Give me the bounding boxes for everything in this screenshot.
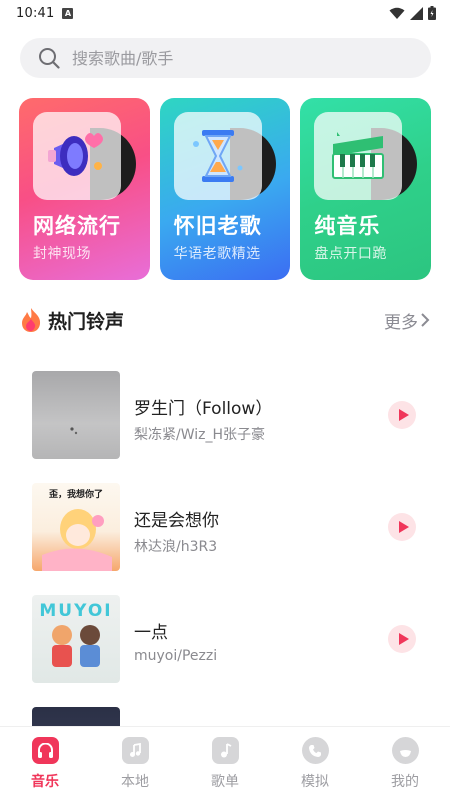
status-time: 10:41 [16,5,55,21]
play-button[interactable] [388,401,416,429]
song-item[interactable]: 罗生门（Follow） 梨冻紧/Wiz_H张子豪 [0,358,450,470]
chevron-right-icon [421,313,430,327]
nav-label: 模拟 [301,774,329,790]
notification-badge-icon: A [62,7,74,19]
category-card-instrumental[interactable]: 纯音乐 盘点开口跪 [300,98,432,280]
category-card-popular[interactable]: 网络流行 封神现场 [19,98,150,280]
search-input[interactable] [72,48,372,68]
wifi-icon [389,7,405,19]
song-artist: 林达浪/h3R3 [134,539,218,555]
profile-icon [391,737,419,764]
search-bar[interactable] [20,38,431,78]
song-item[interactable]: 歪，我想你了 还是会想你 林达浪/h3R3 [0,470,450,582]
phone-icon [301,737,329,764]
song-artist: 梨冻紧/Wiz_H张子豪 [134,427,266,443]
nav-playlist[interactable]: 歌单 [180,727,270,800]
piano-icon [314,112,403,200]
nav-label: 本地 [121,774,149,790]
song-cover: MUYOI [32,595,120,683]
battery-icon [428,6,436,20]
play-button[interactable] [388,625,416,653]
hourglass-icon [173,112,262,200]
nav-profile[interactable]: 我的 [360,727,450,800]
nav-local[interactable]: 本地 [90,727,180,800]
song-text: 一点 muyoi/Pezzi [134,618,217,664]
song-cover: 歪，我想你了 [32,483,120,571]
section-title: 热门铃声 [48,310,125,333]
category-card-oldies[interactable]: 怀旧老歌 华语老歌精选 [159,98,291,280]
song-item[interactable]: MUYOI 一点 muyoi/Pezzi [0,582,450,694]
song-artist: muyoi/Pezzi [134,648,218,664]
headphones-icon [31,737,59,764]
category-title: 网络流行 [33,214,121,238]
category-title: 纯音乐 [314,214,381,238]
song-title: 罗生门（Follow） [134,399,273,419]
local-music-icon [121,737,149,764]
category-subtitle: 盘点开口跪 [314,246,387,262]
status-icons [389,6,436,20]
flame-icon [22,308,41,332]
play-button[interactable] [388,513,416,541]
category-cards: 网络流行 封神现场 怀旧老歌 华语老歌精选 纯音乐 盘点开口跪 [19,98,432,280]
nav-music[interactable]: 音乐 [0,727,90,800]
more-link[interactable]: 更多 [384,308,432,333]
nav-label: 我的 [391,774,419,790]
song-text: 罗生门（Follow） 梨冻紧/Wiz_H张子豪 [134,394,272,444]
signal-icon [410,6,423,20]
status-bar: 10:41 A [0,0,450,26]
play-icon [398,633,409,645]
category-subtitle: 封神现场 [33,246,91,262]
category-title: 怀旧老歌 [173,214,262,238]
nav-label: 歌单 [211,774,239,790]
category-subtitle: 华语老歌精选 [173,246,261,262]
song-title: 一点 [134,623,168,643]
play-icon [398,521,409,533]
playlist-icon [211,737,239,764]
megaphone-icon [33,112,121,200]
song-cover [32,371,120,459]
search-icon [39,48,60,69]
play-icon [398,409,409,421]
nav-label: 音乐 [31,774,59,790]
hot-ringtones-header: 热门铃声 更多 [20,305,432,335]
more-label: 更多 [384,312,418,333]
nav-simulate[interactable]: 模拟 [270,727,360,800]
song-text: 还是会想你 林达浪/h3R3 [134,506,219,556]
song-title: 还是会想你 [134,511,219,531]
bottom-nav: 音乐 本地 歌单 模拟 我的 [0,726,450,800]
